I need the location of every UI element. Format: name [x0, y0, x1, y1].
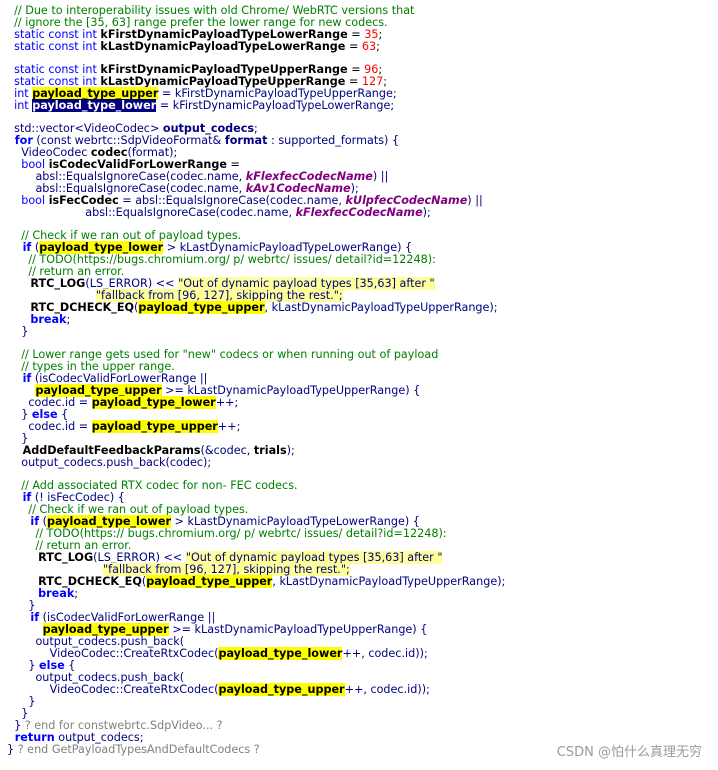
code-token: payload_type_lower	[91, 396, 216, 409]
code-token: 63	[361, 40, 377, 53]
code-token: ) ||	[372, 170, 389, 183]
code-token: payload_type_upper	[146, 575, 273, 588]
code-line: RTC_DCHECK_EQ(payload_type_upper, kLastD…	[7, 575, 718, 588]
code-token: int	[7, 99, 33, 112]
code-token: absl::EqualsIgnoreCase(codec.name,	[7, 206, 296, 219]
code-line: codec.id = payload_type_lower++;	[7, 396, 718, 409]
code-token: ) ||	[467, 194, 483, 207]
code-token: payload_type_upper	[218, 683, 345, 696]
code-line: int payload_type_lower = kFirstDynamicPa…	[7, 99, 718, 112]
code-line: output_codecs.push_back(codec);	[7, 457, 718, 469]
code-token: , kLastDynamicPayloadTypeUpperRange);	[272, 575, 506, 588]
code-token: ? end GetPayloadTypesAndDefaultCodecs ?	[17, 743, 260, 756]
code-listing: // Due to interoperability issues with o…	[7, 5, 718, 756]
code-token: }	[7, 325, 29, 338]
code-line: break;	[7, 588, 718, 600]
code-token: = kFirstDynamicPayloadTypeLowerRange;	[156, 99, 395, 112]
code-token: payload_type_lower	[32, 99, 157, 112]
code-line: RTC_DCHECK_EQ(payload_type_upper, kLastD…	[7, 301, 718, 314]
code-token: format	[224, 134, 268, 147]
code-token: =	[345, 40, 362, 53]
code-token: }	[7, 743, 18, 756]
code-token: ++, codec.id));	[342, 647, 428, 660]
code-token: ;	[74, 587, 79, 600]
code-line: break;	[7, 314, 718, 326]
code-token: trials	[253, 444, 287, 457]
code-token: ++;	[215, 396, 239, 409]
code-line: }	[7, 326, 718, 338]
code-token: >= kLastDynamicPayloadTypeUpperRange) {	[168, 623, 428, 636]
code-token: kFlexfecCodecName	[295, 206, 423, 219]
code-line: VideoCodec::CreateRtxCodec(payload_type_…	[7, 683, 718, 696]
code-token: , kLastDynamicPayloadTypeUpperRange);	[264, 301, 498, 314]
code-token: payload_type_lower	[218, 647, 343, 660]
code-token: );	[422, 206, 431, 219]
code-token: : supported_formats) {	[267, 134, 400, 147]
code-token: static const int	[7, 40, 101, 53]
code-token: payload_type_upper	[138, 301, 265, 314]
code-line: }	[7, 696, 718, 708]
code-token: ++;	[217, 420, 241, 433]
code-line: absl::EqualsIgnoreCase(codec.name, kFlex…	[7, 207, 718, 219]
code-line: codec.id = payload_type_upper++;	[7, 420, 718, 433]
code-token: ++, codec.id));	[344, 683, 430, 696]
code-token: ;	[66, 313, 71, 326]
code-token: VideoCodec::CreateRtxCodec(	[7, 683, 219, 696]
watermark: CSDN @怕什么真理无穷	[556, 745, 702, 760]
code-token: kLastDynamicPayloadTypeLowerRange	[100, 40, 346, 53]
code-line: static const int kLastDynamicPayloadType…	[7, 41, 718, 53]
code-line: VideoCodec::CreateRtxCodec(payload_type_…	[7, 647, 718, 660]
code-token: );	[286, 444, 295, 457]
code-token: output_codecs.push_back(codec);	[7, 456, 212, 469]
code-token: payload_type_upper	[91, 420, 218, 433]
code-token: ;	[376, 40, 380, 53]
